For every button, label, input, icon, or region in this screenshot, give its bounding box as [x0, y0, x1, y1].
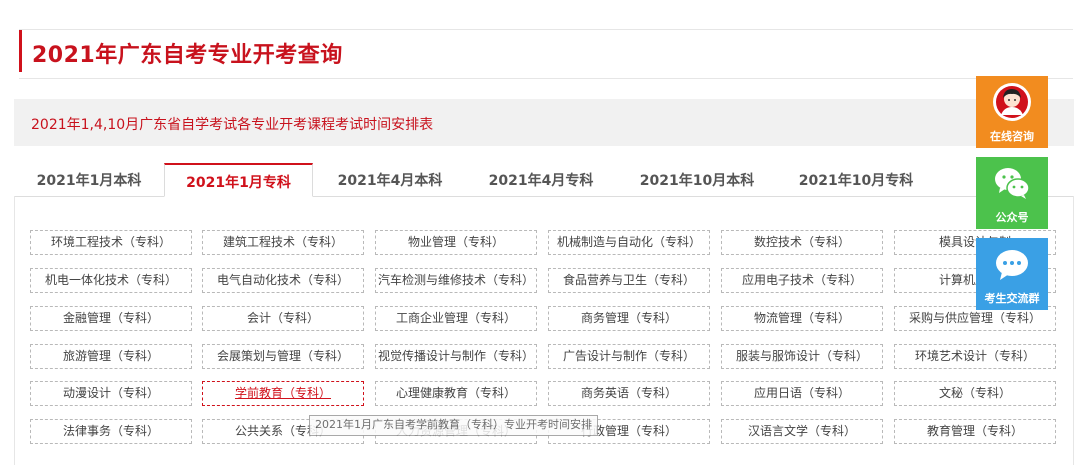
major-link[interactable]: 法律事务（专科） — [30, 419, 192, 444]
online-consult-button[interactable]: 在线咨询 — [976, 76, 1048, 148]
wechat-icon — [992, 163, 1032, 203]
major-link[interactable]: 动漫设计（专科） — [30, 381, 192, 406]
hover-tooltip: 2021年1月广东自考学前教育（专科）专业开考时间安排 — [309, 415, 598, 436]
tab-2021-4-zhuanke[interactable]: 2021年4月专科 — [466, 163, 616, 196]
page-header: 2021年广东自考专业开考查询 — [19, 29, 1073, 79]
tab-2021-1-benke[interactable]: 2021年1月本科 — [14, 163, 164, 196]
major-link[interactable]: 机械制造与自动化（专科） — [548, 230, 710, 255]
major-link[interactable]: 金融管理（专科） — [30, 306, 192, 331]
page-title: 2021年广东自考专业开考查询 — [32, 43, 343, 68]
major-link[interactable]: 心理健康教育（专科） — [375, 381, 537, 406]
major-link[interactable]: 物流管理（专科） — [721, 306, 883, 331]
official-account-label: 公众号 — [995, 211, 1029, 224]
major-link[interactable]: 广告设计与制作（专科） — [548, 344, 710, 369]
major-link[interactable]: 数控技术（专科） — [721, 230, 883, 255]
online-consult-label: 在线咨询 — [990, 130, 1034, 143]
title-accent-bar — [19, 30, 22, 72]
major-link[interactable]: 工商企业管理（专科） — [375, 306, 537, 331]
major-link[interactable]: 环境工程技术（专科） — [30, 230, 192, 255]
major-link[interactable]: 会展策划与管理（专科） — [202, 344, 364, 369]
major-link[interactable]: 视觉传播设计与制作（专科） — [375, 344, 537, 369]
official-account-button[interactable]: 公众号 — [976, 157, 1048, 229]
major-link[interactable]: 电气自动化技术（专科） — [202, 268, 364, 293]
major-link[interactable]: 学前教育（专科） — [202, 381, 364, 406]
major-link[interactable]: 建筑工程技术（专科） — [202, 230, 364, 255]
major-link[interactable]: 商务管理（专科） — [548, 306, 710, 331]
major-link[interactable]: 旅游管理（专科） — [30, 344, 192, 369]
major-link[interactable]: 汉语言文学（专科） — [721, 419, 883, 444]
major-link[interactable]: 商务英语（专科） — [548, 381, 710, 406]
major-link[interactable]: 环境艺术设计（专科） — [894, 344, 1056, 369]
exam-session-tabs: 2021年1月本科 2021年1月专科 2021年4月本科 2021年4月专科 … — [14, 163, 1074, 197]
customer-service-icon — [992, 82, 1032, 122]
major-link[interactable]: 应用日语（专科） — [721, 381, 883, 406]
major-link[interactable]: 服装与服饰设计（专科） — [721, 344, 883, 369]
major-link[interactable]: 物业管理（专科） — [375, 230, 537, 255]
major-link[interactable]: 机电一体化技术（专科） — [30, 268, 192, 293]
tab-2021-10-zhuanke[interactable]: 2021年10月专科 — [777, 163, 935, 196]
student-group-button[interactable]: 考生交流群 — [976, 238, 1048, 310]
student-group-label: 考生交流群 — [984, 292, 1040, 305]
tab-2021-4-benke[interactable]: 2021年4月本科 — [314, 163, 466, 196]
major-link[interactable]: 食品营养与卫生（专科） — [548, 268, 710, 293]
tab-2021-1-zhuanke[interactable]: 2021年1月专科 — [164, 163, 313, 197]
schedule-subheading: 2021年1,4,10月广东省自学考试各专业开考课程考试时间安排表 — [14, 99, 1074, 146]
major-link[interactable]: 文秘（专科） — [894, 381, 1056, 406]
major-link[interactable]: 教育管理（专科） — [894, 419, 1056, 444]
major-link[interactable]: 应用电子技术（专科） — [721, 268, 883, 293]
major-link[interactable]: 会计（专科） — [202, 306, 364, 331]
tab-2021-10-benke[interactable]: 2021年10月本科 — [617, 163, 777, 196]
major-link[interactable]: 汽车检测与维修技术（专科） — [375, 268, 537, 293]
chat-bubble-icon — [992, 244, 1032, 284]
schedule-link[interactable]: 2021年1,4,10月广东省自学考试各专业开考课程考试时间安排表 — [31, 114, 433, 134]
